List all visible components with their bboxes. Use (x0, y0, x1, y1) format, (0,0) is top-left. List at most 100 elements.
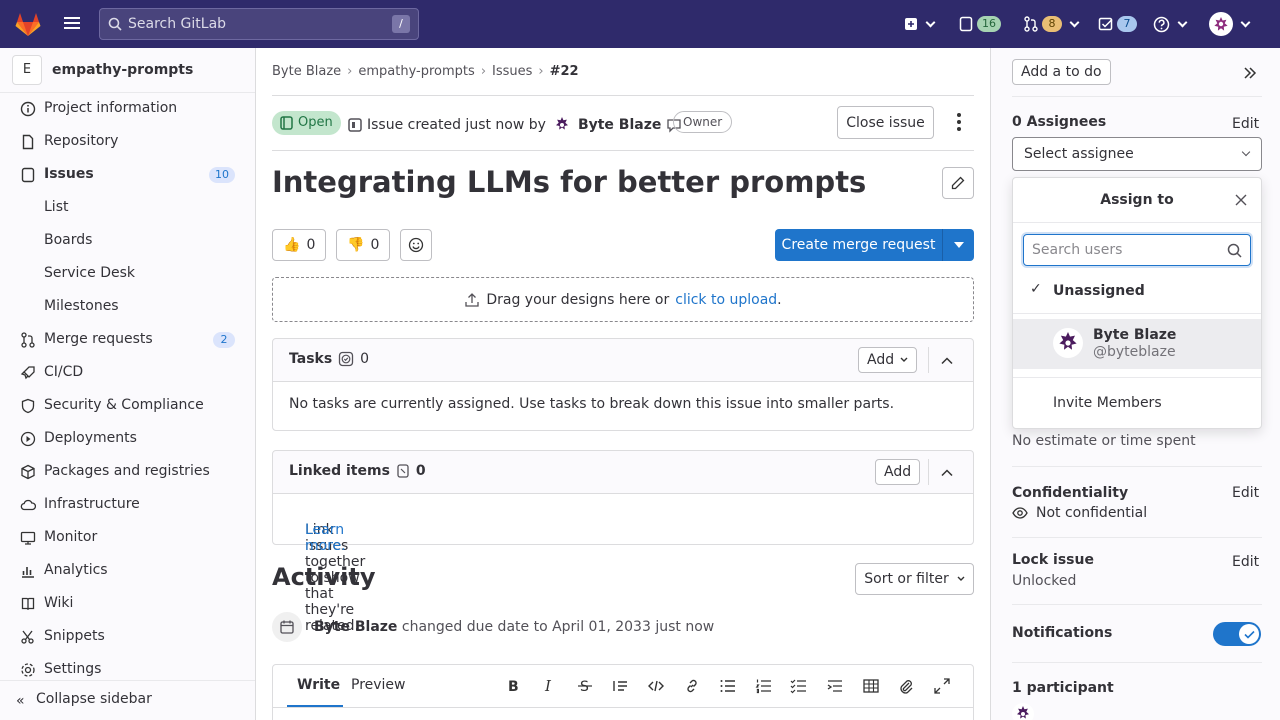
project-header-link[interactable]: E empathy-prompts (12, 55, 193, 85)
dropdown-divider (1013, 222, 1261, 223)
sidebar-item-milestones[interactable]: Milestones (0, 291, 255, 323)
fullscreen-icon[interactable] (933, 677, 951, 695)
user-option-byte-blaze[interactable]: Byte Blaze @byteblaze (1013, 319, 1261, 369)
sidebar-item-label: Infrastructure (44, 496, 140, 512)
bullet-list-icon[interactable] (719, 677, 737, 695)
design-upload-dropzone[interactable]: Drag your designs here or click to uploa… (272, 277, 974, 322)
global-search-input[interactable]: Search GitLab / (99, 8, 419, 40)
search-users-field (1023, 234, 1251, 266)
breadcrumb-item-owner[interactable]: Byte Blaze (272, 64, 341, 79)
gitlab-logo-icon[interactable] (14, 10, 42, 38)
sidebar-item-snippets[interactable]: Snippets (0, 621, 255, 653)
user-menu-button[interactable] (1209, 12, 1251, 36)
collapse-sidebar-button[interactable]: « Collapse sidebar (0, 680, 255, 720)
chevron-up-icon[interactable] (939, 353, 955, 369)
sort-filter-dropdown[interactable]: Sort or filter (855, 563, 974, 595)
assignees-edit-link[interactable]: Edit (1232, 116, 1259, 132)
create-new-button[interactable] (904, 12, 936, 36)
todos-button[interactable]: 7 (1098, 12, 1137, 36)
todos-count-badge: 7 (1117, 16, 1137, 32)
thumbs-up-button[interactable]: 👍 0 (272, 229, 327, 261)
sidebar-item-merge-requests[interactable]: Merge requests 2 (0, 324, 255, 356)
sidebar-item-ci-cd[interactable]: CI/CD (0, 357, 255, 389)
add-task-button[interactable]: Add (858, 347, 918, 373)
sidebar-item-infrastructure[interactable]: Infrastructure (0, 489, 255, 521)
help-button[interactable] (1153, 12, 1188, 36)
tasks-card-body: No tasks are currently assigned. Use tas… (273, 382, 973, 430)
task-list-icon[interactable] (790, 677, 808, 695)
issues-count-badge: 16 (977, 16, 1001, 32)
sidebar-item-label: Merge requests (44, 331, 153, 347)
sidebar-item-repository[interactable]: Repository (0, 126, 255, 158)
attachment-icon[interactable] (897, 677, 915, 695)
sidebar-item-project-information[interactable]: Project information (0, 93, 255, 125)
edit-title-button[interactable] (942, 167, 974, 199)
add-todo-button[interactable]: Add a to do (1012, 59, 1111, 85)
notifications-toggle[interactable] (1213, 622, 1261, 646)
lock-issue-edit-link[interactable]: Edit (1232, 554, 1259, 570)
participant-avatar[interactable] (1012, 703, 1034, 720)
collapsible-section-icon[interactable] (826, 677, 844, 695)
create-merge-request-dropdown[interactable] (943, 229, 974, 261)
sidebar-item-security-compliance[interactable]: Security & Compliance (0, 390, 255, 422)
thumbs-down-count: 0 (370, 237, 380, 253)
menu-toggle-icon[interactable] (62, 14, 82, 34)
table-icon[interactable] (862, 677, 880, 695)
bold-icon[interactable]: B (504, 677, 522, 695)
more-actions-kebab-icon[interactable] (951, 110, 967, 134)
learn-more-link[interactable]: Learn more. (305, 522, 346, 554)
sidebar-item-service-desk[interactable]: Service Desk (0, 258, 255, 290)
close-icon[interactable] (1235, 194, 1247, 206)
linked-items-count: 0 (415, 463, 426, 479)
strikethrough-icon[interactable]: S (576, 677, 594, 695)
tab-preview[interactable]: Preview (351, 677, 406, 693)
merge-requests-button[interactable]: 8 (1023, 12, 1080, 36)
click-to-upload-link[interactable]: click to upload (675, 292, 777, 308)
code-icon[interactable] (647, 677, 665, 695)
add-reaction-button[interactable] (400, 229, 432, 261)
close-issue-button[interactable]: Close issue (837, 106, 934, 139)
breadcrumb-item-project[interactable]: empathy-prompts (358, 64, 474, 79)
double-chevron-left-icon: « (16, 693, 25, 709)
add-linked-item-button[interactable]: Add (875, 459, 921, 485)
breadcrumb-item-current[interactable]: #22 (550, 64, 579, 79)
sidebar-item-deployments[interactable]: Deployments (0, 423, 255, 455)
chevron-up-icon[interactable] (939, 465, 955, 481)
package-icon (21, 464, 35, 480)
user-avatar (1053, 328, 1083, 358)
book-icon (21, 597, 35, 610)
sidebar-item-monitor[interactable]: Monitor (0, 522, 255, 554)
tasks-empty-text: No tasks are currently assigned. Use tas… (289, 396, 895, 412)
sidebar-item-wiki[interactable]: Wiki (0, 588, 255, 620)
assignees-label: 0 Assignees (1012, 114, 1107, 130)
confidentiality-value-text: Not confidential (1036, 505, 1148, 521)
issue-main-content: Byte Blaze › empathy-prompts › Issues › … (256, 48, 990, 720)
quote-icon[interactable] (611, 677, 629, 695)
italic-icon[interactable]: I (540, 677, 558, 695)
search-users-input[interactable] (1024, 235, 1220, 265)
issues-icon (959, 16, 973, 32)
double-chevron-right-icon[interactable] (1242, 65, 1258, 81)
tab-write[interactable]: Write (297, 677, 340, 693)
sidebar-item-list[interactable]: List (0, 192, 255, 224)
author-avatar[interactable] (550, 114, 573, 136)
chevron-down-icon (900, 357, 908, 362)
numbered-list-icon[interactable] (755, 677, 773, 695)
assigned-issues-button[interactable]: 16 (958, 12, 1001, 36)
sidebar-item-packages-registries[interactable]: Packages and registries (0, 456, 255, 488)
sidebar-item-issues[interactable]: Issues 10 (0, 159, 255, 191)
sidebar-item-boards[interactable]: Boards (0, 225, 255, 257)
sidebar-item-analytics[interactable]: Analytics (0, 555, 255, 587)
link-icon[interactable] (683, 677, 701, 695)
lock-issue-label: Lock issue (1012, 552, 1094, 568)
thumbs-down-button[interactable]: 👎 0 (336, 229, 391, 261)
event-user-link[interactable]: Byte Blaze (314, 619, 397, 635)
unassigned-option[interactable]: ✓ Unassigned (1013, 281, 1261, 311)
breadcrumb-item-issues[interactable]: Issues (492, 64, 532, 79)
invite-members-option[interactable]: Invite Members (1013, 394, 1261, 418)
select-assignee-dropdown[interactable]: Select assignee (1012, 137, 1262, 171)
confidentiality-edit-link[interactable]: Edit (1232, 485, 1259, 501)
author-link[interactable]: Byte Blaze (578, 117, 661, 133)
sidebar-item-label: Settings (44, 661, 102, 677)
create-merge-request-button[interactable]: Create merge request (775, 229, 974, 261)
